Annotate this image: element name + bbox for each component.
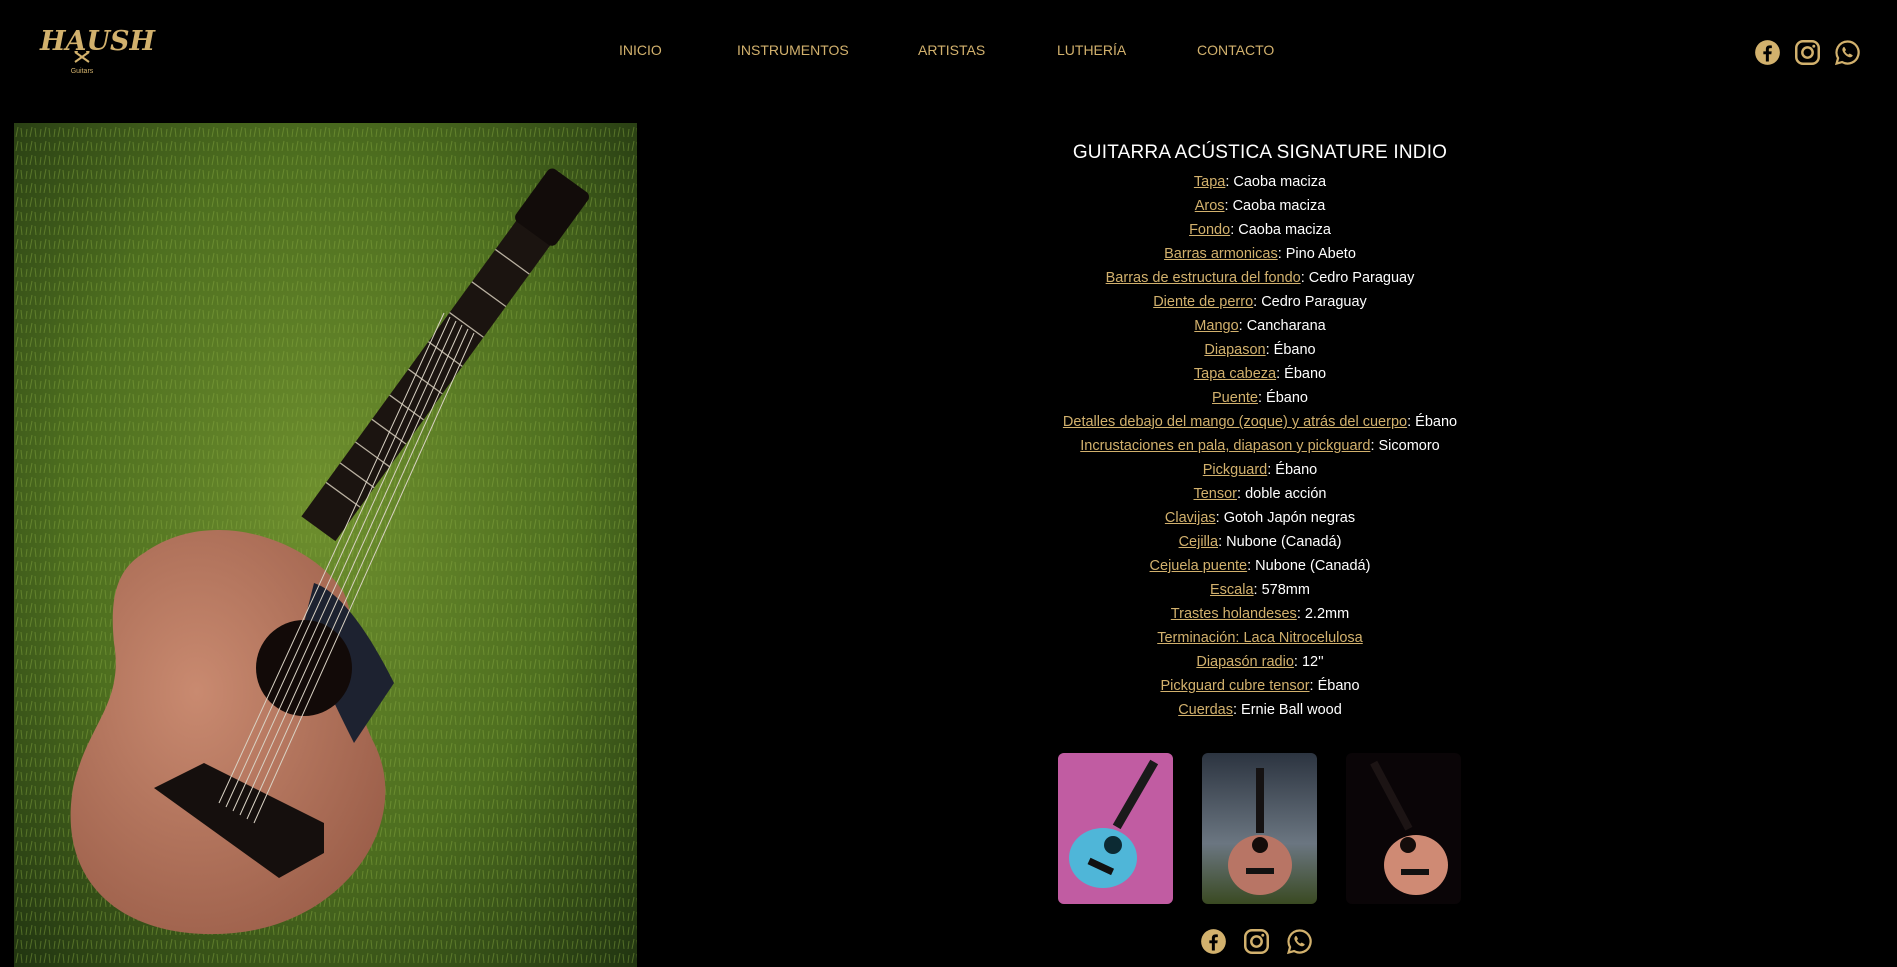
spec-key[interactable]: Clavijas <box>1165 510 1216 526</box>
spec-key[interactable]: Barras armonicas <box>1164 246 1278 262</box>
spec-key[interactable]: Aros <box>1195 198 1225 214</box>
product-title: GUITARRA ACÚSTICA SIGNATURE INDIO <box>1072 142 1448 163</box>
spec-value: : Caoba maciza <box>1225 174 1327 190</box>
nav-item-contacto[interactable]: CONTACTO <box>1197 39 1274 61</box>
spec-key[interactable]: Diapasón radio <box>1196 654 1294 670</box>
spec-key[interactable]: Pickguard cubre tensor <box>1160 678 1309 694</box>
spec-key[interactable]: Cejilla <box>1179 534 1219 550</box>
spec-row: Tapa cabeza: Ébano <box>960 362 1560 386</box>
spec-key[interactable]: Detalles debajo del mango (zoque) y atrá… <box>1063 414 1407 430</box>
spec-value: : Cancharana <box>1238 318 1326 334</box>
spec-value: : Nubone (Canadá) <box>1218 534 1342 550</box>
main-product-photo[interactable] <box>14 123 637 967</box>
whatsapp-icon[interactable] <box>1286 928 1313 955</box>
spec-key[interactable]: Diente de perro <box>1153 294 1253 310</box>
spec-key[interactable]: Incrustaciones en pala, diapason y pickg… <box>1080 438 1370 454</box>
logo-tagline: Guitars <box>70 68 94 75</box>
spec-value: : Caoba maciza <box>1230 222 1331 238</box>
spec-row: Incrustaciones en pala, diapason y pickg… <box>960 434 1560 458</box>
header-social-links <box>1754 39 1861 66</box>
spec-value: : Pino Abeto <box>1277 246 1356 262</box>
nav-item-inicio[interactable]: INICIO <box>619 39 662 61</box>
spec-value: : Sicomoro <box>1370 438 1440 454</box>
spec-value: : 2.2mm <box>1296 606 1350 622</box>
spec-key[interactable]: Diapason <box>1204 342 1265 358</box>
spec-row: Diente de perro: Cedro Paraguay <box>960 290 1560 314</box>
spec-key[interactable]: Cejuela puente <box>1150 558 1248 574</box>
spec-value: : doble acción <box>1237 486 1327 502</box>
spec-row: Diapasón radio: 12'' <box>960 650 1560 674</box>
spec-row: Detalles debajo del mango (zoque) y atrá… <box>960 410 1560 434</box>
product-details: GUITARRA ACÚSTICA SIGNATURE INDIO Tapa: … <box>960 138 1560 722</box>
spec-key[interactable]: Mango <box>1194 318 1238 334</box>
whatsapp-icon[interactable] <box>1834 39 1861 66</box>
spec-row: Barras de estructura del fondo: Cedro Pa… <box>960 266 1560 290</box>
spec-row: Tapa: Caoba maciza <box>960 170 1560 194</box>
spec-row: Aros: Caoba maciza <box>960 194 1560 218</box>
footer-social-links <box>1200 928 1313 955</box>
spec-row: Cejuela puente: Nubone (Canadá) <box>960 554 1560 578</box>
spec-value: : Ébano <box>1276 366 1327 382</box>
spec-row: Barras armonicas: Pino Abeto <box>960 242 1560 266</box>
spec-row: Clavijas: Gotoh Japón negras <box>960 506 1560 530</box>
spec-value: : Caoba maciza <box>1224 198 1326 214</box>
main-nav: INICIO INSTRUMENTOS ARTISTAS LUTHERÍA CO… <box>0 39 1897 61</box>
spec-key[interactable]: Tapa <box>1194 174 1225 190</box>
spec-row: Puente: Ébano <box>960 386 1560 410</box>
spec-value: : Gotoh Japón negras <box>1215 510 1356 526</box>
spec-value: : Ébano <box>1257 390 1308 406</box>
spec-row: Pickguard cubre tensor: Ébano <box>960 674 1560 698</box>
spec-value: : Cedro Paraguay <box>1300 270 1415 286</box>
spec-row: Diapason: Ébano <box>960 338 1560 362</box>
guitar-dark-thumbnail[interactable] <box>1346 753 1461 904</box>
guitar-blue-thumbnail[interactable] <box>1058 753 1173 904</box>
spec-value: : Ébano <box>1309 678 1360 694</box>
nav-item-instrumentos[interactable]: INSTRUMENTOS <box>737 39 849 61</box>
guitar-storm-thumbnail[interactable] <box>1202 753 1317 904</box>
facebook-icon[interactable] <box>1754 39 1781 66</box>
spec-row: Mango: Cancharana <box>960 314 1560 338</box>
spec-value: : 12'' <box>1293 654 1324 670</box>
spec-row: Pickguard: Ébano <box>960 458 1560 482</box>
spec-row: Cuerdas: Ernie Ball wood <box>960 698 1560 722</box>
spec-key[interactable]: Cuerdas <box>1178 702 1233 718</box>
spec-key[interactable]: Puente <box>1212 390 1258 406</box>
spec-value: : Ébano <box>1407 414 1458 430</box>
spec-key[interactable]: Escala <box>1210 582 1254 598</box>
spec-key[interactable]: Trastes holandeses <box>1171 606 1297 622</box>
spec-key[interactable]: Tensor <box>1193 486 1237 502</box>
spec-value: : Ébano <box>1265 342 1316 358</box>
spec-key[interactable]: Barras de estructura del fondo <box>1106 270 1301 286</box>
spec-key[interactable]: Pickguard <box>1203 462 1267 478</box>
spec-value: : Nubone (Canadá) <box>1247 558 1371 574</box>
spec-key[interactable]: Terminación: Laca Nitrocelulosa <box>1157 630 1363 646</box>
spec-key[interactable]: Tapa cabeza <box>1194 366 1276 382</box>
spec-row: Escala: 578mm <box>960 578 1560 602</box>
facebook-icon[interactable] <box>1200 928 1227 955</box>
spec-value: : Ébano <box>1267 462 1318 478</box>
spec-value: : Ernie Ball wood <box>1233 702 1342 718</box>
site-header: HAUSH Guitars INICIO INSTRUMENTOS ARTIST… <box>0 0 1897 100</box>
instagram-icon[interactable] <box>1243 928 1270 955</box>
nav-item-artistas[interactable]: ARTISTAS <box>918 39 985 61</box>
spec-value: : Cedro Paraguay <box>1253 294 1367 310</box>
spec-value: : 578mm <box>1253 582 1310 598</box>
spec-row: Trastes holandeses: 2.2mm <box>960 602 1560 626</box>
instagram-icon[interactable] <box>1794 39 1821 66</box>
spec-row: Tensor: doble acción <box>960 482 1560 506</box>
spec-key[interactable]: Fondo <box>1189 222 1230 238</box>
thumbnail-gallery <box>1058 753 1461 904</box>
nav-item-lutheria[interactable]: LUTHERÍA <box>1057 39 1126 61</box>
spec-row: Terminación: Laca Nitrocelulosa <box>960 626 1560 650</box>
spec-row: Cejilla: Nubone (Canadá) <box>960 530 1560 554</box>
spec-row: Fondo: Caoba maciza <box>960 218 1560 242</box>
